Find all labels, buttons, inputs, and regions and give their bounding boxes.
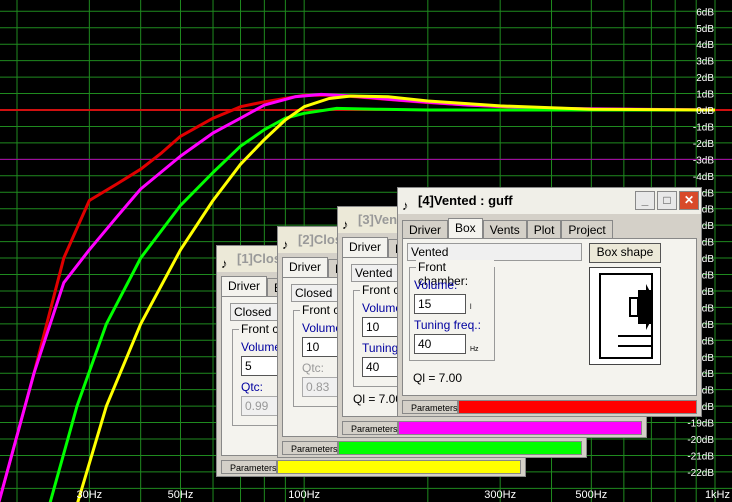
volume-label: Volume: — [414, 278, 458, 292]
parameters-label[interactable]: Parameters — [221, 460, 277, 474]
ql-readout: Ql = 7.00 — [413, 371, 463, 385]
box-drawing — [599, 273, 653, 359]
tab-panel: Vented Box shape Front chamber: Volume: … — [402, 238, 697, 396]
box-preview — [589, 267, 661, 365]
tab-project[interactable]: Project — [561, 220, 613, 239]
parameters-label[interactable]: Parameters — [282, 441, 338, 455]
freq-axis-label: 1kHz — [705, 489, 730, 501]
parameters-bar: Parameters — [282, 441, 582, 455]
db-axis-label: 2dB — [696, 73, 714, 84]
app-icon: ♪ — [402, 198, 409, 213]
curve-color-swatch — [458, 400, 697, 414]
app-icon: ♪ — [342, 217, 349, 232]
curve-color-swatch — [338, 441, 582, 455]
window-title: [4]Vented : guff — [418, 193, 513, 208]
db-axis-label: 5dB — [696, 24, 714, 35]
tab-vents[interactable]: Vents — [482, 220, 527, 239]
parameters-label[interactable]: Parameters — [342, 421, 398, 435]
tab-driver[interactable]: Driver — [342, 237, 388, 259]
front-chamber-group: Front chamber: Volume: 15 l Tuning freq.… — [409, 260, 495, 361]
box-type-field[interactable]: Vented — [407, 243, 582, 261]
qtc-label: Qtc: — [302, 361, 325, 375]
volume-unit: l — [470, 304, 472, 311]
ql-readout: Ql = 7.00 — [353, 392, 403, 406]
parameters-bar: Parameters — [342, 421, 642, 435]
freq-axis-label: 500Hz — [575, 489, 607, 501]
db-axis-label: -21dB — [687, 451, 714, 462]
db-axis-label: -20dB — [687, 435, 714, 446]
db-axis-label: -22dB — [687, 468, 714, 479]
db-axis-label: 3dB — [696, 57, 714, 68]
freq-axis-label: 50Hz — [168, 489, 194, 501]
close-button[interactable]: ✕ — [679, 191, 699, 210]
db-axis-label: -1dB — [693, 122, 714, 133]
db-axis-label: -3dB — [693, 155, 714, 166]
window-vented-4[interactable]: ♪ [4]Vented : guff _ □ ✕ Driver Box Vent… — [397, 187, 702, 417]
parameters-bar: Parameters — [402, 400, 697, 414]
tab-driver[interactable]: Driver — [282, 257, 328, 279]
freq-axis-label: 100Hz — [288, 489, 320, 501]
freq-axis-label: 300Hz — [484, 489, 516, 501]
parameters-label[interactable]: Parameters — [402, 400, 458, 414]
db-axis-label: -2dB — [693, 139, 714, 150]
db-axis-label: 4dB — [696, 40, 714, 51]
db-axis-label: 1dB — [696, 90, 714, 101]
app-icon: ♪ — [221, 256, 228, 271]
freq-axis-label: 30Hz — [77, 489, 103, 501]
tab-driver[interactable]: Driver — [402, 220, 448, 239]
maximize-button[interactable]: □ — [657, 191, 677, 210]
tab-driver[interactable]: Driver — [221, 276, 267, 298]
db-axis-label: 6dB — [696, 7, 714, 18]
tuning-input[interactable]: 40 — [414, 334, 466, 354]
box-shape-button[interactable]: Box shape — [589, 243, 661, 263]
db-axis-label: -19dB — [687, 419, 714, 430]
curve-color-swatch — [398, 421, 642, 435]
tuning-label: Tuning freq.: — [414, 318, 481, 332]
db-axis-label: -4dB — [693, 172, 714, 183]
parameters-bar: Parameters — [221, 460, 521, 474]
tab-plot[interactable]: Plot — [526, 220, 562, 239]
tab-box[interactable]: Box — [448, 218, 483, 240]
db-axis-label: 0dB — [696, 106, 714, 117]
volume-input[interactable]: 15 — [414, 294, 466, 314]
tuning-unit: Hz — [470, 346, 479, 353]
minimize-button[interactable]: _ — [635, 191, 655, 210]
app-icon: ♪ — [282, 237, 289, 252]
qtc-label: Qtc: — [241, 380, 264, 394]
window-titlebar[interactable]: ♪ [4]Vented : guff _ □ ✕ — [398, 188, 701, 214]
curve-color-swatch — [277, 460, 521, 474]
